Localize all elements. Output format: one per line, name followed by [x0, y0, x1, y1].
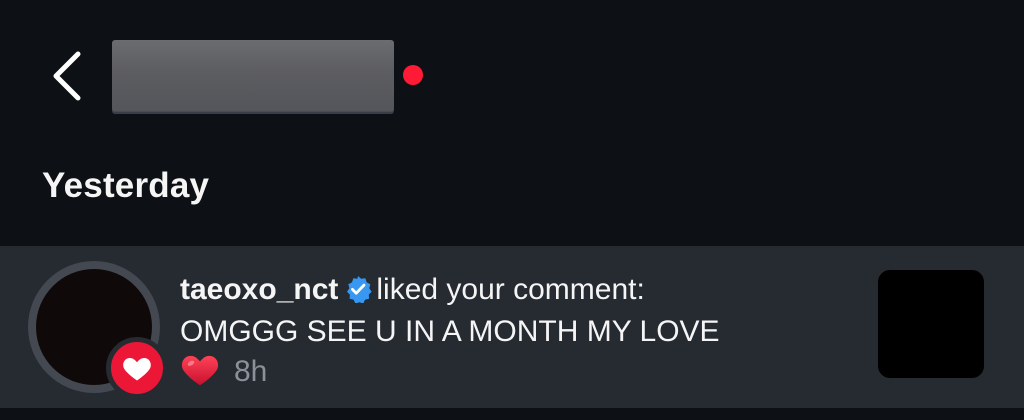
notification-text: taeoxo_nct liked your comment: OMGGG SEE … — [180, 271, 840, 397]
username[interactable]: taeoxo_nct — [180, 273, 338, 306]
redacted-title — [112, 40, 394, 112]
like-badge — [106, 337, 168, 399]
notification-row[interactable]: taeoxo_nct liked your comment: OMGGG SEE … — [0, 246, 1024, 408]
red-heart-emoji-icon — [180, 351, 220, 397]
notification-meta: 8h — [180, 351, 840, 397]
unread-dot — [403, 65, 423, 85]
chevron-left-icon — [53, 51, 81, 101]
verified-badge-icon — [344, 275, 373, 313]
back-button[interactable] — [44, 46, 94, 106]
post-thumbnail[interactable] — [878, 270, 984, 378]
comment-text: OMGGG SEE U IN A MONTH MY LOVE — [180, 315, 720, 348]
avatar[interactable] — [28, 261, 168, 399]
heart-icon — [123, 358, 151, 381]
section-title: Yesterday — [42, 166, 210, 205]
top-bar — [0, 0, 1024, 150]
notification-headline: taeoxo_nct liked your comment: — [180, 271, 840, 313]
timestamp: 8h — [234, 355, 268, 388]
notification-action: liked your comment: — [376, 273, 645, 306]
